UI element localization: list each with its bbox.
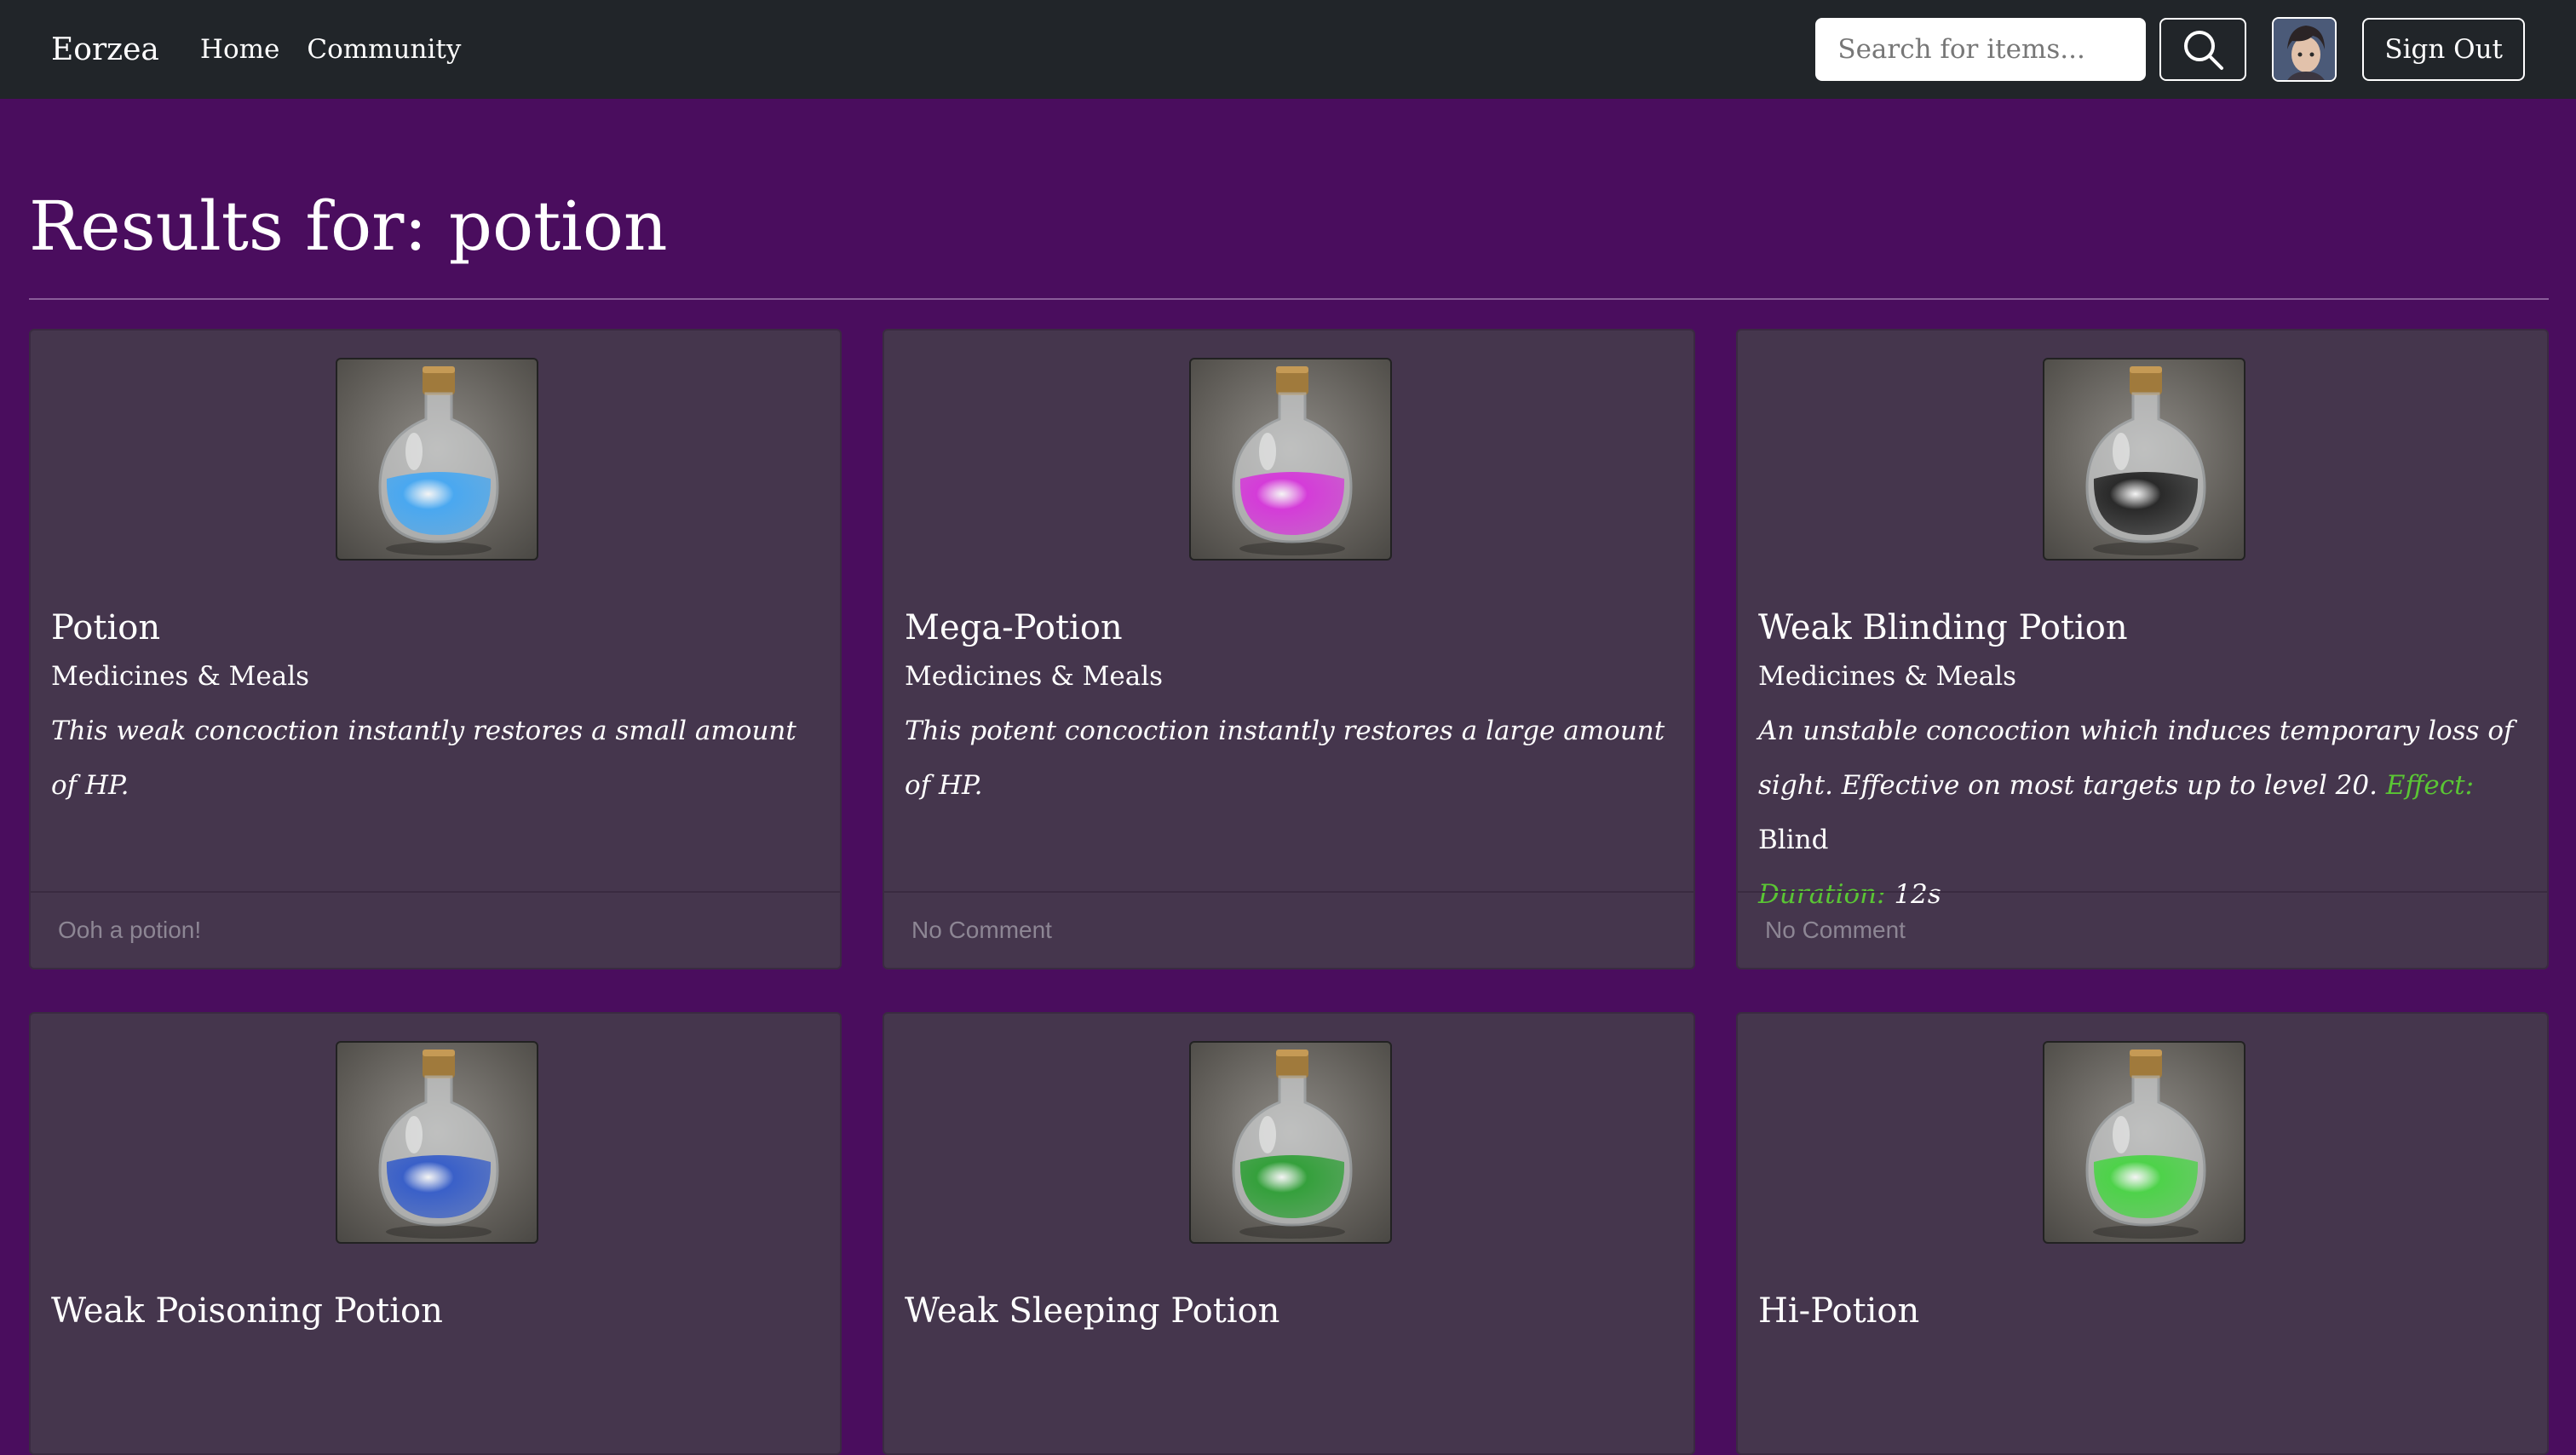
card-title[interactable]: Weak Poisoning Potion — [51, 1291, 443, 1331]
card-comment: Ooh a potion! — [31, 891, 840, 968]
avatar-portrait-icon — [2274, 19, 2336, 80]
navbar: Eorzea Home Community Sign Out — [0, 0, 2576, 99]
nav-link-home[interactable]: Home — [200, 34, 279, 65]
nav-right-group: Sign Out — [1815, 17, 2525, 82]
card-title[interactable]: Hi-Potion — [1758, 1291, 1919, 1331]
search-button[interactable] — [2159, 18, 2247, 81]
search-input[interactable] — [1815, 18, 2147, 81]
mega-potion-icon — [1189, 358, 1392, 561]
item-card-hi-potion[interactable]: Hi-Potion — [1736, 1012, 2549, 1455]
card-description: This potent concoction instantly restore… — [905, 716, 1665, 801]
item-card-weak-poisoning-potion[interactable]: Weak Poisoning Potion — [29, 1012, 842, 1455]
item-card-weak-blinding-potion[interactable]: Weak Blinding Potion Medicines & Meals A… — [1736, 329, 2549, 969]
flask-graphic — [2085, 366, 2206, 555]
card-description: This weak concoction instantly restores … — [51, 716, 796, 801]
card-comment: No Comment — [884, 891, 1693, 968]
item-card-potion[interactable]: Potion Medicines & Meals This weak conco… — [29, 329, 842, 969]
card-title[interactable]: Weak Blinding Potion — [1758, 608, 2128, 647]
effect-value: Blind — [1758, 825, 1829, 855]
flask-graphic — [378, 1050, 499, 1239]
card-title[interactable]: Mega-Potion — [905, 608, 1123, 647]
card-title[interactable]: Potion — [51, 608, 160, 647]
card-category: Medicines & Meals — [51, 661, 310, 692]
card-category: Medicines & Meals — [905, 661, 1164, 692]
item-card-mega-potion[interactable]: Mega-Potion Medicines & Meals This poten… — [883, 329, 1695, 969]
weak-poisoning-potion-icon — [336, 1041, 538, 1244]
card-category: Medicines & Meals — [1758, 661, 2017, 692]
flask-graphic — [378, 366, 499, 555]
card-description: An unstable concoction which induces tem… — [1758, 704, 2533, 922]
user-avatar[interactable] — [2272, 17, 2337, 82]
effect-label: Effect: — [2385, 770, 2475, 801]
weak-blinding-potion-icon — [2043, 358, 2245, 561]
item-card-weak-sleeping-potion[interactable]: Weak Sleeping Potion — [883, 1012, 1695, 1455]
weak-sleeping-potion-icon — [1189, 1041, 1392, 1244]
card-title[interactable]: Weak Sleeping Potion — [905, 1291, 1279, 1331]
search-icon — [2184, 31, 2224, 70]
hi-potion-icon — [2043, 1041, 2245, 1244]
flask-graphic — [2085, 1050, 2206, 1239]
title-divider — [29, 298, 2549, 300]
sign-out-button[interactable]: Sign Out — [2362, 18, 2525, 81]
page-title: Results for: potion — [29, 187, 668, 266]
main-content: Results for: potion Potion Medicines & M… — [0, 99, 2576, 1455]
card-comment: No Comment — [1738, 891, 2547, 968]
brand-link[interactable]: Eorzea — [51, 32, 159, 67]
nav-link-community[interactable]: Community — [307, 34, 461, 65]
potion-icon — [336, 358, 538, 561]
flask-graphic — [1232, 1050, 1353, 1239]
flask-graphic — [1232, 366, 1353, 555]
